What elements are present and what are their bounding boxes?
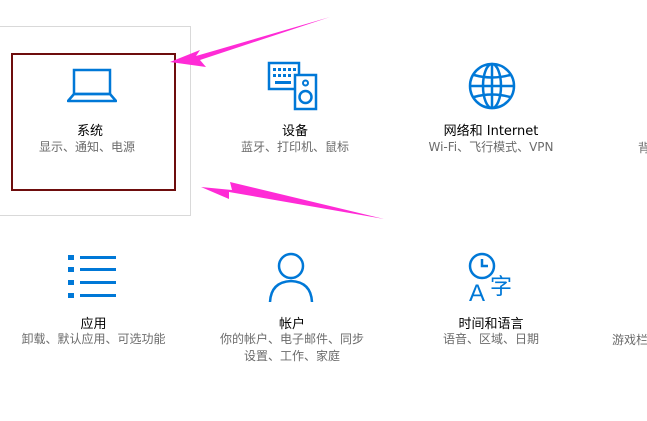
annotation-arrow-top [170, 17, 384, 219]
